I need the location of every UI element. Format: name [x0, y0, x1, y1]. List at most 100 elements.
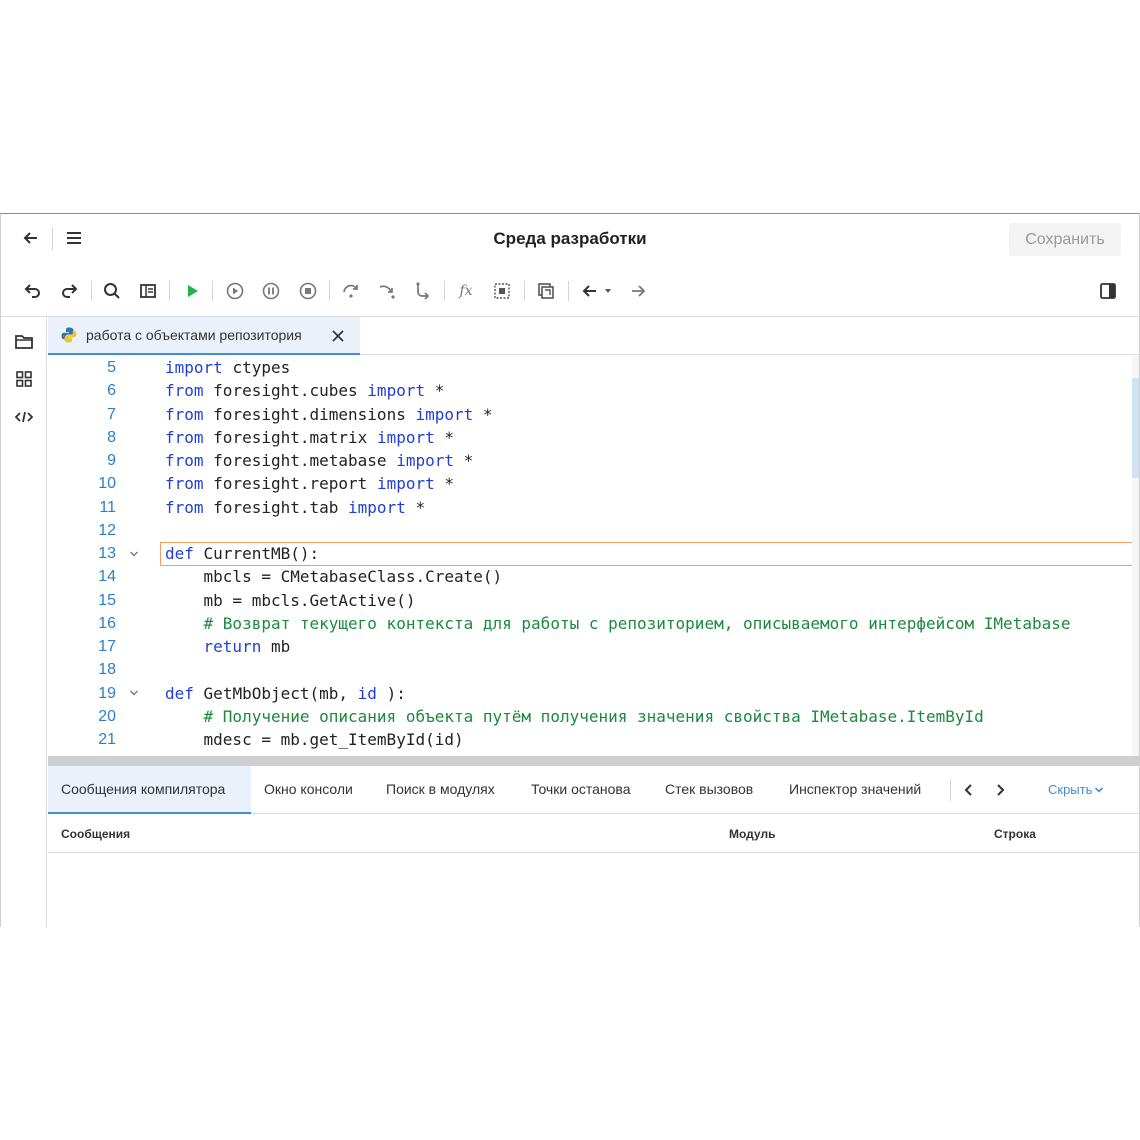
keyword-token: def	[165, 683, 194, 703]
play-icon	[188, 285, 198, 297]
code-text: from foresight.matrix import *	[165, 426, 454, 449]
stop-button[interactable]	[297, 280, 319, 302]
keyword-token: import	[376, 427, 435, 447]
navigate-forward-icon	[632, 285, 646, 297]
code-line[interactable]: 7 from foresight.dimensions import *	[48, 403, 1132, 426]
save-button[interactable]: Сохранить	[1009, 223, 1121, 256]
code-line[interactable]: 13 def CurrentMB():	[48, 542, 1132, 565]
code-line[interactable]: 6 from foresight.cubes import *	[48, 379, 1132, 402]
components-button[interactable]	[13, 368, 35, 390]
code-line[interactable]: 10 from foresight.report import *	[48, 472, 1132, 495]
code-text: from foresight.tab import *	[165, 496, 425, 519]
code-line[interactable]: 15 mb = mbcls.GetActive()	[48, 589, 1132, 612]
breakpoint-button[interactable]	[491, 280, 513, 302]
run-button[interactable]	[181, 280, 203, 302]
code-text: # Возврат текущего контекста для работы …	[165, 612, 1071, 635]
grid-icon	[16, 371, 32, 387]
bottom-tabs-divider	[950, 779, 951, 801]
fold-chevron-icon[interactable]	[128, 682, 140, 705]
line-number: 12	[98, 521, 116, 539]
object-navigator-button[interactable]	[13, 331, 35, 353]
code-button[interactable]	[13, 406, 35, 428]
step-over-button[interactable]	[340, 280, 362, 302]
tab-value-inspector[interactable]: Инспектор значений	[776, 766, 934, 814]
hide-panel-button[interactable]: Скрыть	[1048, 766, 1104, 814]
close-icon[interactable]	[330, 328, 346, 344]
code-line[interactable]: 11 from foresight.tab import *	[48, 496, 1132, 519]
navigate-back-button[interactable]	[579, 280, 601, 302]
code-token: *	[434, 427, 454, 447]
keyword-token: from	[165, 474, 204, 494]
code-text: def CurrentMB():	[165, 542, 319, 565]
left-rail	[1, 317, 47, 927]
function-button[interactable]: fx	[455, 280, 477, 302]
code-line[interactable]: 16 # Возврат текущего контекста для рабо…	[48, 612, 1132, 635]
module-view-button[interactable]	[137, 280, 159, 302]
column-header-line: Строка	[994, 827, 1036, 841]
code-line[interactable]: 14 mbcls = CMetabaseClass.Create()	[48, 565, 1132, 588]
keyword-token: return	[165, 637, 262, 656]
panel-splitter[interactable]	[48, 756, 1139, 766]
navigate-forward-button[interactable]	[627, 280, 649, 302]
code-text: mb = mbcls.GetActive()	[165, 589, 416, 612]
editor-scrollbar-thumb[interactable]	[1132, 378, 1139, 478]
keyword-token: from	[165, 497, 204, 517]
code-text: import ctypes	[165, 356, 290, 379]
tab-compiler-messages[interactable]: Сообщения компилятора	[48, 766, 251, 814]
toolbar-divider	[524, 281, 525, 301]
breakpoint-icon	[494, 283, 510, 299]
hide-panel-label: Скрыть	[1048, 782, 1093, 797]
code-text: from foresight.report import *	[165, 472, 454, 495]
copy-button[interactable]	[535, 280, 557, 302]
pause-button[interactable]	[260, 280, 282, 302]
code-token: foresight.metabase	[213, 451, 397, 470]
code-text: from foresight.cubes import *	[165, 379, 444, 402]
code-line[interactable]: 9 from foresight.metabase import *	[48, 449, 1132, 472]
fold-chevron-icon[interactable]	[128, 542, 140, 565]
code-editor[interactable]: 5 import ctypes 6 from foresight.cubes impo…	[48, 356, 1132, 756]
tabs-scroll-left-button[interactable]	[958, 779, 980, 801]
code-text: mdesc = mb.get_ItemById(id)	[165, 728, 464, 751]
redo-button[interactable]	[58, 280, 80, 302]
code-token: foresight.cubes	[213, 381, 368, 401]
tab-breakpoints[interactable]: Точки останова	[518, 766, 643, 814]
line-number: 16	[98, 614, 116, 632]
code-line[interactable]: 8 from foresight.matrix import *	[48, 426, 1132, 449]
tab-console[interactable]: Окно консоли	[251, 766, 366, 814]
code-line[interactable]: 18	[48, 658, 1132, 681]
navigate-back-dropdown[interactable]	[601, 280, 615, 302]
keyword-token: import	[415, 404, 474, 424]
code-icon	[15, 411, 33, 423]
code-token: mdesc = mb.get_ItemById(id)	[165, 730, 464, 749]
code-line[interactable]: 17 return mb	[48, 635, 1132, 658]
chevron-down-icon	[1095, 787, 1104, 793]
module-view-icon	[140, 284, 156, 298]
tab-module-search[interactable]: Поиск в модулях	[373, 766, 508, 814]
code-token: CurrentMB():	[203, 544, 320, 563]
step-into-button[interactable]	[376, 280, 398, 302]
line-number: 18	[98, 661, 116, 679]
comment-token: # Получение описания объекта путём получ…	[165, 706, 984, 726]
chevron-right-icon	[997, 784, 1005, 796]
line-number: 10	[98, 475, 116, 493]
stop-icon	[299, 282, 317, 300]
line-number: 20	[98, 707, 116, 725]
search-button[interactable]	[101, 280, 123, 302]
side-panel-button[interactable]	[1097, 280, 1119, 302]
step-out-button[interactable]	[412, 280, 434, 302]
code-line[interactable]: 19 def GetMbObject(mb, id ):	[48, 682, 1132, 705]
code-line[interactable]: 21 mdesc = mb.get_ItemById(id)	[48, 728, 1132, 751]
tab-module[interactable]: работа с объектами репозитория	[48, 317, 360, 355]
toolbar-divider	[568, 281, 569, 301]
code-line[interactable]: 20 # Получение описания объекта путём по…	[48, 705, 1132, 728]
editor-tabs: работа с объектами репозитория	[48, 317, 1139, 355]
run-debug-button[interactable]	[224, 280, 246, 302]
line-number: 13	[98, 545, 116, 562]
tabs-scroll-right-button[interactable]	[989, 779, 1011, 801]
tab-call-stack[interactable]: Стек вызовов	[652, 766, 766, 814]
code-line[interactable]: 12	[48, 519, 1132, 542]
line-number: 21	[98, 731, 116, 748]
undo-button[interactable]	[22, 280, 44, 302]
code-line[interactable]: 5 import ctypes	[48, 356, 1132, 379]
app-header: Среда разработки Сохранить	[1, 214, 1139, 265]
